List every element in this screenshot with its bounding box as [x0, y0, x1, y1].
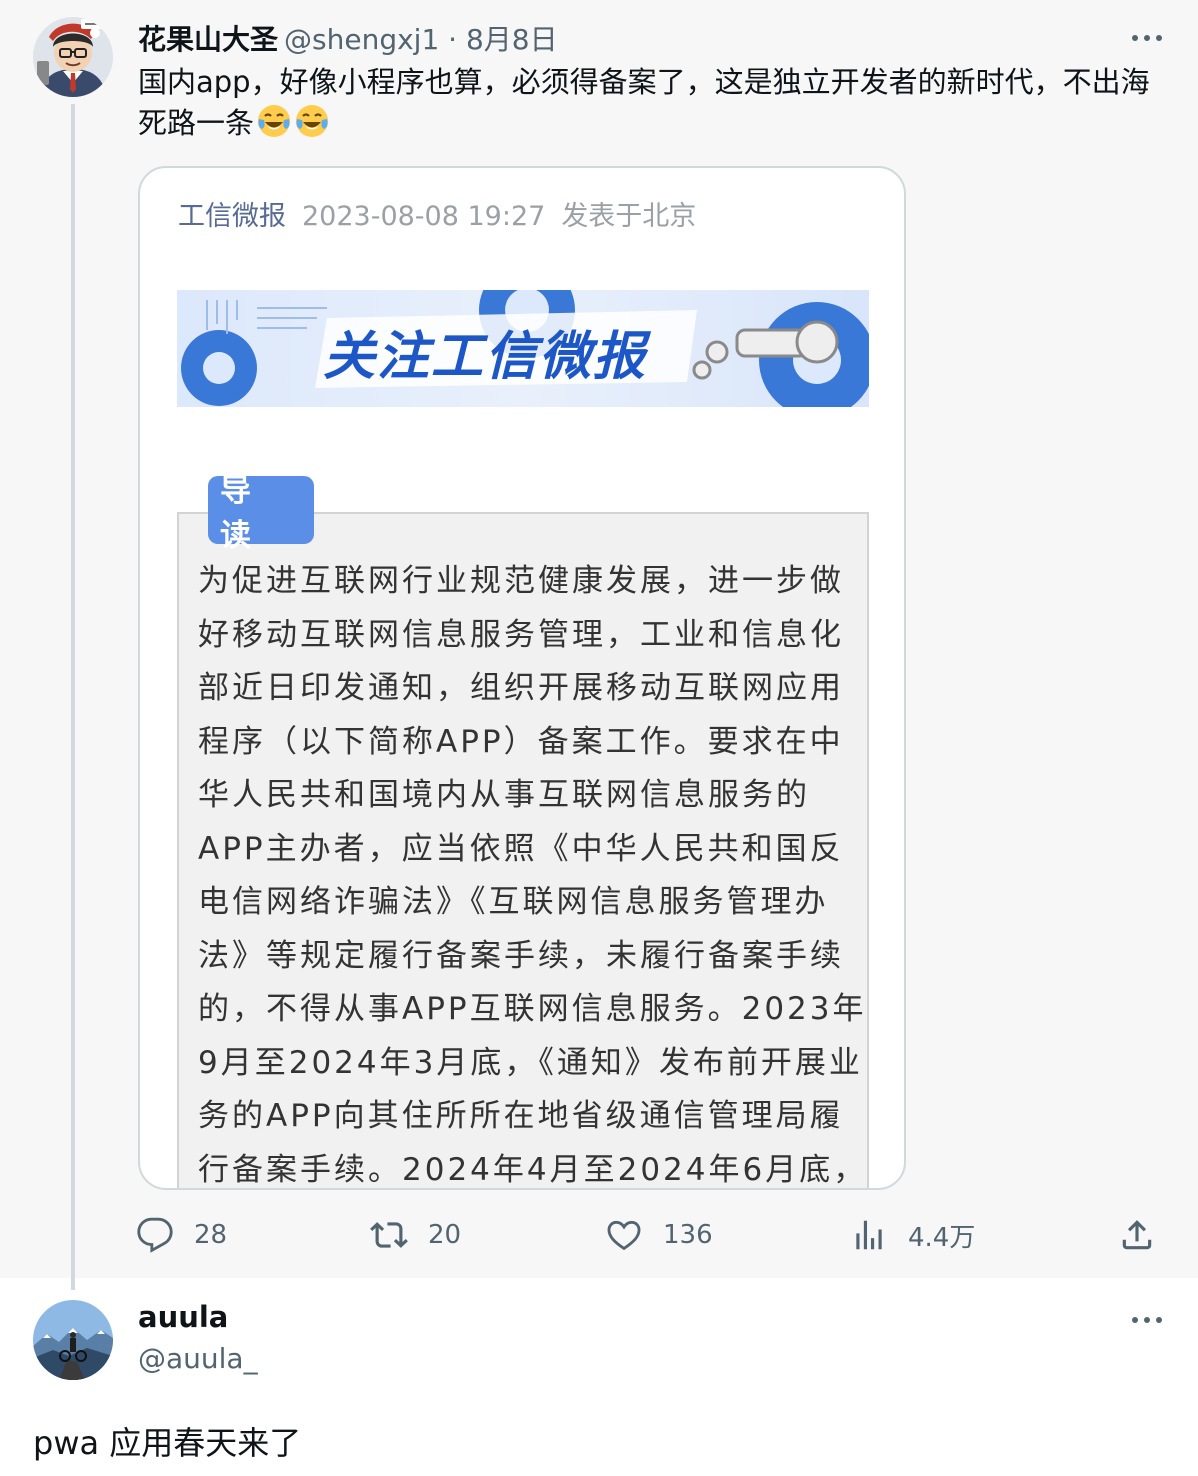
reply-text: pwa 应用春天来了	[33, 1424, 302, 1462]
retweet-button[interactable]: 20	[370, 1212, 461, 1258]
reply-author-handle[interactable]: @auula_	[138, 1342, 258, 1375]
retweet-icon	[370, 1222, 408, 1248]
like-button[interactable]: 136	[605, 1212, 713, 1258]
reply-icon	[137, 1217, 173, 1253]
banner-title: 关注工信微报	[323, 327, 648, 387]
attached-image-card[interactable]: 工信微报 2023-08-08 19:27 发表于北京 关注工信微报 导 读 为…	[138, 166, 906, 1190]
guide-line: 好移动互联网信息服务管理，工业和信息化	[198, 616, 844, 653]
reply-button[interactable]: 28	[136, 1212, 227, 1258]
author-display-name[interactable]: 花果山大圣	[138, 18, 278, 58]
article-banner: 关注工信微报	[177, 290, 869, 407]
article-datetime: 2023-08-08 19:27	[302, 201, 546, 232]
share-button[interactable]	[1118, 1212, 1156, 1258]
more-options-icon[interactable]	[1130, 1315, 1164, 1325]
reply-count: 28	[194, 1220, 228, 1250]
share-icon	[1122, 1220, 1152, 1250]
reply-author-display-name[interactable]: auula	[138, 1300, 228, 1334]
guide-line: 部近日印发通知，组织开展移动互联网应用	[198, 670, 844, 706]
mountain-photo-avatar-icon	[33, 1300, 113, 1380]
guide-line: 程序（以下简称APP）备案工作。要求在中	[198, 723, 844, 760]
guide-line: 的，不得从事APP互联网信息服务。2023年	[198, 991, 867, 1027]
heart-icon	[607, 1220, 641, 1251]
guide-line: APP主办者，应当依照《中华人民共和国反	[198, 830, 844, 867]
reply-author-avatar[interactable]	[33, 1300, 113, 1380]
cartoon-avatar-icon	[33, 17, 113, 97]
article-meta: 工信微报 2023-08-08 19:27 发表于北京	[178, 194, 696, 233]
like-count: 136	[663, 1220, 713, 1250]
guide-line: 行备案手续。2024年4月至2024年6月底，	[198, 1151, 868, 1188]
guide-line: 为促进互联网行业规范健康发展，进一步做	[198, 563, 844, 599]
more-options-icon[interactable]	[1130, 33, 1164, 43]
tweet-text: 国内app，好像小程序也算，必须得备案了，这是独立开发者的新时代，不出海死路一条	[138, 62, 1168, 144]
article-location: 发表于北京	[561, 201, 697, 232]
thread-connector-line	[71, 104, 75, 1290]
bar-chart-icon	[856, 1220, 882, 1250]
views-button[interactable]: 4.4万	[850, 1212, 975, 1258]
views-count: 4.4万	[908, 1222, 976, 1253]
article-source: 工信微报	[178, 201, 286, 232]
retweet-count: 20	[428, 1220, 462, 1250]
face-with-tears-of-joy-icon	[258, 105, 291, 137]
guide-line: 法》等规定履行备案手续，未履行备案手续	[198, 937, 844, 974]
guide-tag: 导 读	[208, 473, 314, 554]
author-handle-and-date[interactable]: @shengxj1 · 8月8日	[284, 18, 558, 58]
guide-text: 为促进互联网行业规范健康发展，进一步做 好移动互联网信息服务管理，工业和信息化 …	[198, 555, 868, 1188]
guide-line: 电信网络诈骗法》《互联网信息服务管理办	[198, 884, 829, 920]
tweet-header: 花果山大圣 @shengxj1 · 8月8日	[138, 18, 558, 58]
guide-line: 华人民共和国境内从事互联网信息服务的	[198, 777, 810, 813]
face-with-tears-of-joy-icon	[296, 105, 329, 137]
guide-line: 9月至2024年3月底，《通知》发布前开展业	[198, 1044, 863, 1081]
guide-line: 务的APP向其住所所在地省级通信管理局履	[198, 1098, 844, 1134]
author-avatar[interactable]	[33, 17, 113, 97]
